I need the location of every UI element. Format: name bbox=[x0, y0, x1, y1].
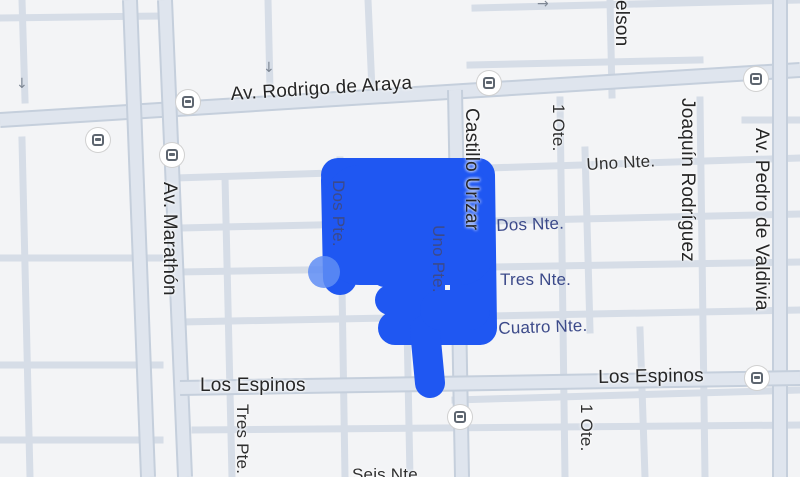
bus-stop-icon[interactable] bbox=[160, 143, 184, 167]
street-label-uno-nte: Uno Nte. bbox=[586, 151, 656, 174]
map-canvas[interactable]: Av. Rodrigo de Araya Av. Marathón Av. Pe… bbox=[0, 0, 800, 477]
street-label-tres-pte: Tres Pte. bbox=[233, 404, 252, 475]
street-label-uno-pte: Uno Pte. bbox=[429, 225, 448, 293]
street-label-dos-nte: Dos Nte. bbox=[496, 213, 565, 235]
bus-stop-icon[interactable] bbox=[176, 90, 200, 114]
street-label-joaquin-rodriguez: Joaquín Rodríguez bbox=[677, 98, 698, 262]
street-label-castillo-urizar: Castillo Urízar bbox=[461, 108, 482, 231]
bus-stop-icon[interactable] bbox=[744, 67, 768, 91]
street-label-cuatro-nte: Cuatro Nte. bbox=[498, 315, 588, 338]
right-arrow-icon: → bbox=[537, 0, 549, 12]
street-label-dos-pte: Dos Pte. bbox=[329, 180, 348, 247]
bus-stop-icon[interactable] bbox=[448, 405, 472, 429]
street-label-los-espinos-east: Los Espinos bbox=[598, 365, 705, 388]
down-arrow-icon: ↓ bbox=[263, 60, 275, 76]
street-label-tres-nte: Tres Nte. bbox=[500, 270, 572, 289]
street-label-los-espinos-west: Los Espinos bbox=[200, 375, 306, 396]
street-label-marathon: Av. Marathón bbox=[159, 182, 180, 296]
street-label-pedro-de-valdivia: Av. Pedro de Valdivia bbox=[751, 128, 772, 311]
bus-stop-icon[interactable] bbox=[86, 128, 110, 152]
street-label-1-ote-north: 1 Ote. bbox=[549, 104, 568, 152]
down-arrow-icon: ↓ bbox=[16, 76, 28, 92]
street-label-nelson: elson bbox=[611, 0, 632, 47]
bus-stop-icon[interactable] bbox=[745, 366, 769, 390]
street-label-seis-nte: Seis Nte. bbox=[352, 465, 423, 477]
street-label-1-ote-south: 1 Ote. bbox=[577, 404, 596, 452]
bus-stop-icon[interactable] bbox=[477, 71, 501, 95]
